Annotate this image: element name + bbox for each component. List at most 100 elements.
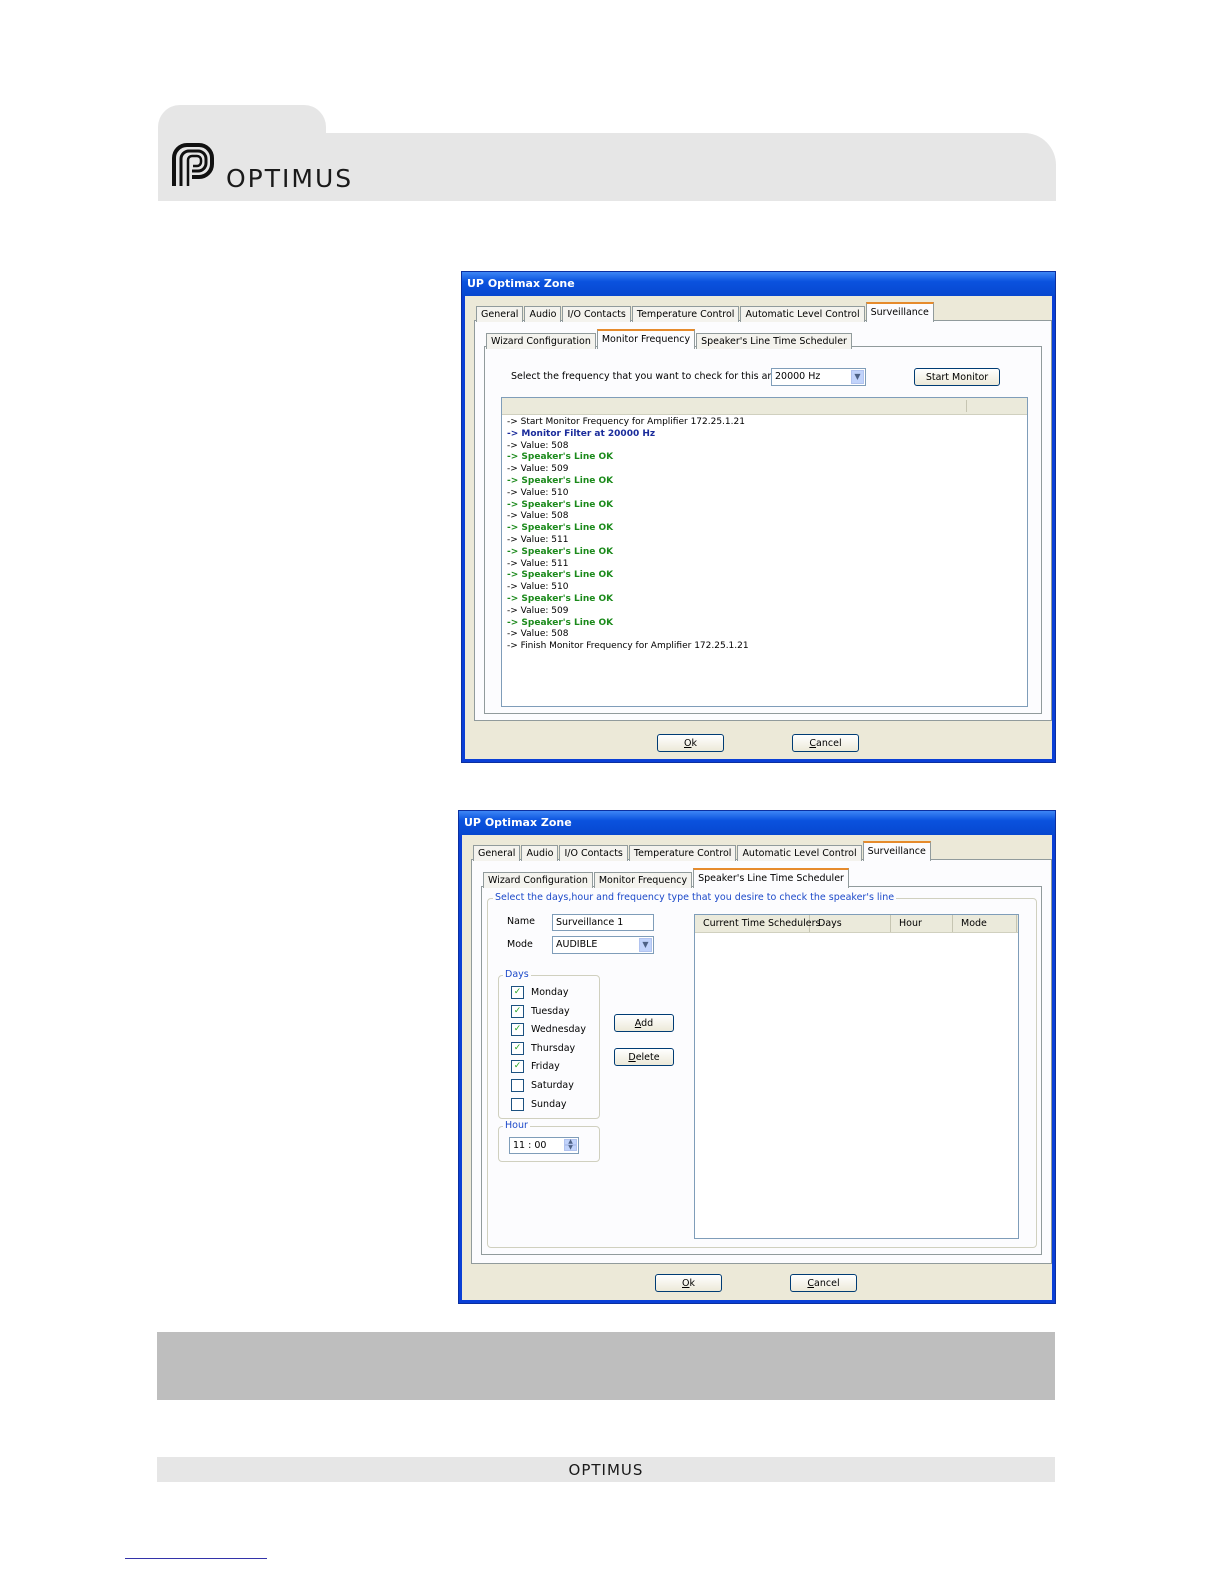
column-mode[interactable]: Mode [953,915,1017,932]
frequency-select[interactable]: 20000 Hz ▼ [771,368,866,386]
day-checkbox-friday[interactable]: ✓ Friday [511,1060,560,1074]
window-title: UP Optimax Zone [462,272,1055,296]
day-label: Tuesday [531,1005,570,1017]
spin-down-icon[interactable]: ▼ [564,1145,577,1151]
subtab-wizard-configuration[interactable]: Wizard Configuration [483,872,593,888]
tab-io-contacts[interactable]: I/O Contacts [562,306,631,322]
subtab-speakers-line-time-scheduler[interactable]: Speaker's Line Time Scheduler [696,333,852,349]
tab-surveillance[interactable]: Surveillance [862,841,931,861]
log-line: -> Value: 511 [507,534,569,545]
day-label: Wednesday [531,1024,587,1036]
start-monitor-button[interactable]: Start Monitor [914,368,1000,386]
log-line: -> Speaker's Line OK [507,452,614,463]
frequency-value: 20000 Hz [775,371,821,382]
tab-temperature-control[interactable]: Temperature Control [628,845,737,861]
log-line: -> Value: 509 [507,464,569,475]
tab-general[interactable]: General [473,845,521,861]
day-checkbox-tuesday[interactable]: ✓ Tuesday [511,1004,570,1018]
log-line: -> Finish Monitor Frequency for Amplifie… [507,641,749,652]
day-checkbox-monday[interactable]: ✓ Monday [511,986,569,999]
hour-value: 11 : 00 [513,1140,547,1151]
cancel-button[interactable]: Cancel [790,1274,857,1292]
checkbox-empty-icon[interactable] [511,1097,524,1111]
spin-buttons[interactable]: ▲ ▼ [564,1139,577,1152]
optimus-logo-icon [172,143,214,186]
main-tabs: General Audio I/O Contacts Temperature C… [473,841,932,861]
checkbox-empty-icon[interactable] [511,1079,524,1092]
chevron-down-icon[interactable]: ▼ [851,370,864,384]
subtab-wizard-configuration[interactable]: Wizard Configuration [486,333,596,349]
log-line: -> Speaker's Line OK [507,499,614,510]
checkmark-icon[interactable]: ✓ [511,1004,524,1018]
hour-label: Hour [503,1120,530,1132]
mode-select[interactable]: AUDIBLE ▼ [552,936,654,954]
log-line: -> Speaker's Line OK [507,617,614,628]
log-line: -> Start Monitor Frequency for Amplifier… [507,417,745,427]
subtab-monitor-frequency[interactable]: Monitor Frequency [596,329,696,349]
main-tabs: General Audio I/O Contacts Temperature C… [476,302,935,322]
tab-audio[interactable]: Audio [521,845,559,861]
checkmark-icon[interactable]: ✓ [511,1060,524,1074]
checkmark-icon[interactable]: ✓ [511,1023,524,1037]
list-header: Current Time Schedulers Days Hour Mode [695,915,1018,933]
name-field[interactable]: Surveillance 1 [552,914,654,931]
window-title: UP Optimax Zone [459,811,1055,835]
tab-automatic-level-control[interactable]: Automatic Level Control [737,845,862,861]
footer-bar: OPTIMUS [157,1457,1055,1482]
column-hour[interactable]: Hour [891,915,953,932]
tab-surveillance[interactable]: Surveillance [865,302,934,322]
delete-button[interactable]: Delete [614,1048,674,1066]
tab-temperature-control[interactable]: Temperature Control [631,306,740,322]
log-list-header [502,398,1027,415]
cancel-button[interactable]: Cancel [792,734,859,752]
log-line: -> Value: 508 [507,511,569,522]
log-line: -> Value: 510 [507,487,569,498]
log-line: -> Speaker's Line OK [507,570,614,581]
column-current-time-schedulers[interactable]: Current Time Schedulers [695,915,820,932]
ok-button[interactable]: Ok [657,734,724,752]
checkmark-icon[interactable]: ✓ [511,986,524,999]
mode-value: AUDIBLE [556,939,598,950]
log-line: -> Monitor Filter at 20000 Hz [507,428,656,439]
frequency-prompt: Select the frequency that you want to ch… [511,371,804,382]
days-label: Days [503,969,531,981]
add-button[interactable]: Add [614,1014,674,1032]
tab-io-contacts[interactable]: I/O Contacts [559,845,628,861]
log-line: -> Value: 508 [507,629,569,640]
day-checkbox-wednesday[interactable]: ✓ Wednesday [511,1023,587,1037]
subtab-monitor-frequency[interactable]: Monitor Frequency [593,872,693,888]
header-logo-text: OPTIMUS [226,164,354,193]
day-label: Thursday [531,1042,576,1054]
footnote-rule [125,1558,267,1559]
day-label: Monday [531,987,569,998]
log-line: -> Value: 510 [507,582,569,593]
sub-tabs: Wizard Configuration Monitor Frequency S… [483,868,850,888]
tab-automatic-level-control[interactable]: Automatic Level Control [740,306,865,322]
log-lines: -> Start Monitor Frequency for Amplifier… [502,415,1027,653]
footer-logo-text: OPTIMUS [568,1461,644,1479]
checkmark-icon[interactable]: ✓ [511,1041,524,1055]
sub-tabs: Wizard Configuration Monitor Frequency S… [486,329,853,349]
log-line: -> Speaker's Line OK [507,546,614,557]
gray-note-band [157,1332,1055,1400]
column-days[interactable]: Days [810,915,891,932]
ok-button[interactable]: Ok [655,1274,722,1292]
day-label: Sunday [531,1098,567,1110]
day-label: Friday [531,1061,560,1073]
day-label: Saturday [531,1080,574,1091]
log-line: -> Speaker's Line OK [507,475,614,486]
hour-stepper[interactable]: 11 : 00 ▲ ▼ [509,1137,579,1154]
log-line: -> Speaker's Line OK [507,593,614,604]
subtab-speakers-line-time-scheduler[interactable]: Speaker's Line Time Scheduler [693,868,849,888]
chevron-down-icon[interactable]: ▼ [639,938,652,952]
mode-label: Mode [507,939,533,950]
day-checkbox-saturday[interactable]: Saturday [511,1079,574,1092]
time-schedulers-list[interactable]: Current Time Schedulers Days Hour Mode [694,914,1019,1239]
day-checkbox-sunday[interactable]: Sunday [511,1097,567,1111]
monitor-log-list[interactable]: -> Start Monitor Frequency for Amplifier… [501,397,1028,707]
scheduler-group-title: Select the days,hour and frequency type … [493,892,897,904]
tab-general[interactable]: General [476,306,524,322]
tab-audio[interactable]: Audio [524,306,562,322]
day-checkbox-thursday[interactable]: ✓ Thursday [511,1041,576,1055]
name-label: Name [507,916,536,927]
